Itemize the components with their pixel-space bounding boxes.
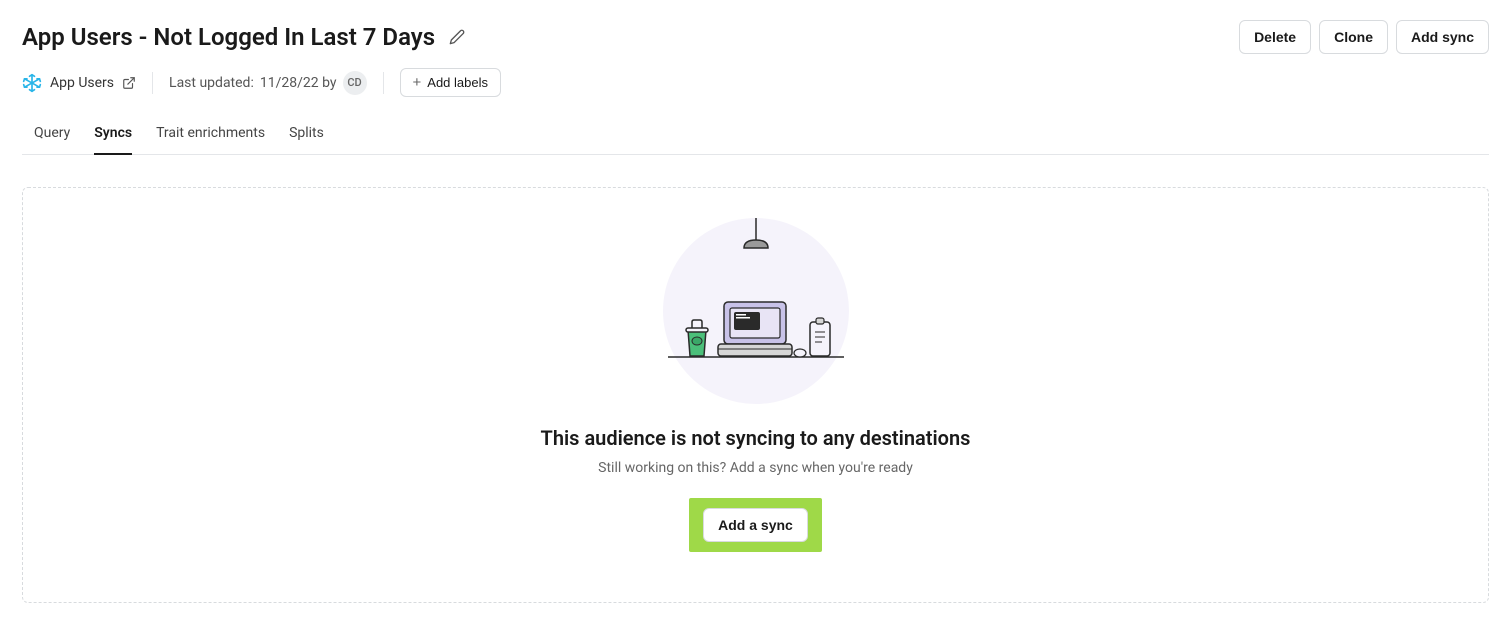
header-actions: Delete Clone Add sync (1239, 20, 1489, 54)
clone-button[interactable]: Clone (1319, 20, 1388, 54)
tab-trait-enrichments[interactable]: Trait enrichments (156, 115, 265, 155)
avatar: CD (343, 71, 367, 95)
edit-icon[interactable] (449, 29, 465, 45)
add-labels-label: Add labels (427, 75, 488, 90)
divider (383, 72, 384, 94)
add-a-sync-button[interactable]: Add a sync (703, 508, 808, 542)
external-link-icon (122, 76, 136, 90)
plus-icon: + (413, 75, 422, 90)
parent-model-name: App Users (50, 75, 114, 91)
tab-query[interactable]: Query (34, 115, 70, 155)
page-title: App Users - Not Logged In Last 7 Days (22, 23, 435, 51)
empty-state-subtitle: Still working on this? Add a sync when y… (598, 460, 913, 476)
divider (152, 72, 153, 94)
last-updated-prefix: Last updated: (169, 75, 254, 91)
tab-syncs[interactable]: Syncs (94, 115, 132, 155)
snowflake-icon (22, 73, 42, 93)
last-updated-value: 11/28/22 by (260, 75, 337, 91)
add-sync-button[interactable]: Add sync (1396, 20, 1489, 54)
cta-highlight: Add a sync (689, 498, 822, 552)
last-updated: Last updated: 11/28/22 by CD (169, 71, 366, 95)
empty-state-illustration (663, 218, 849, 404)
tab-splits[interactable]: Splits (289, 115, 324, 155)
delete-button[interactable]: Delete (1239, 20, 1311, 54)
parent-model-link[interactable]: App Users (22, 73, 136, 93)
tabs: Query Syncs Trait enrichments Splits (22, 115, 1489, 155)
add-labels-button[interactable]: + Add labels (400, 68, 501, 97)
syncs-panel: This audience is not syncing to any dest… (22, 187, 1489, 603)
empty-state-title: This audience is not syncing to any dest… (541, 426, 971, 450)
